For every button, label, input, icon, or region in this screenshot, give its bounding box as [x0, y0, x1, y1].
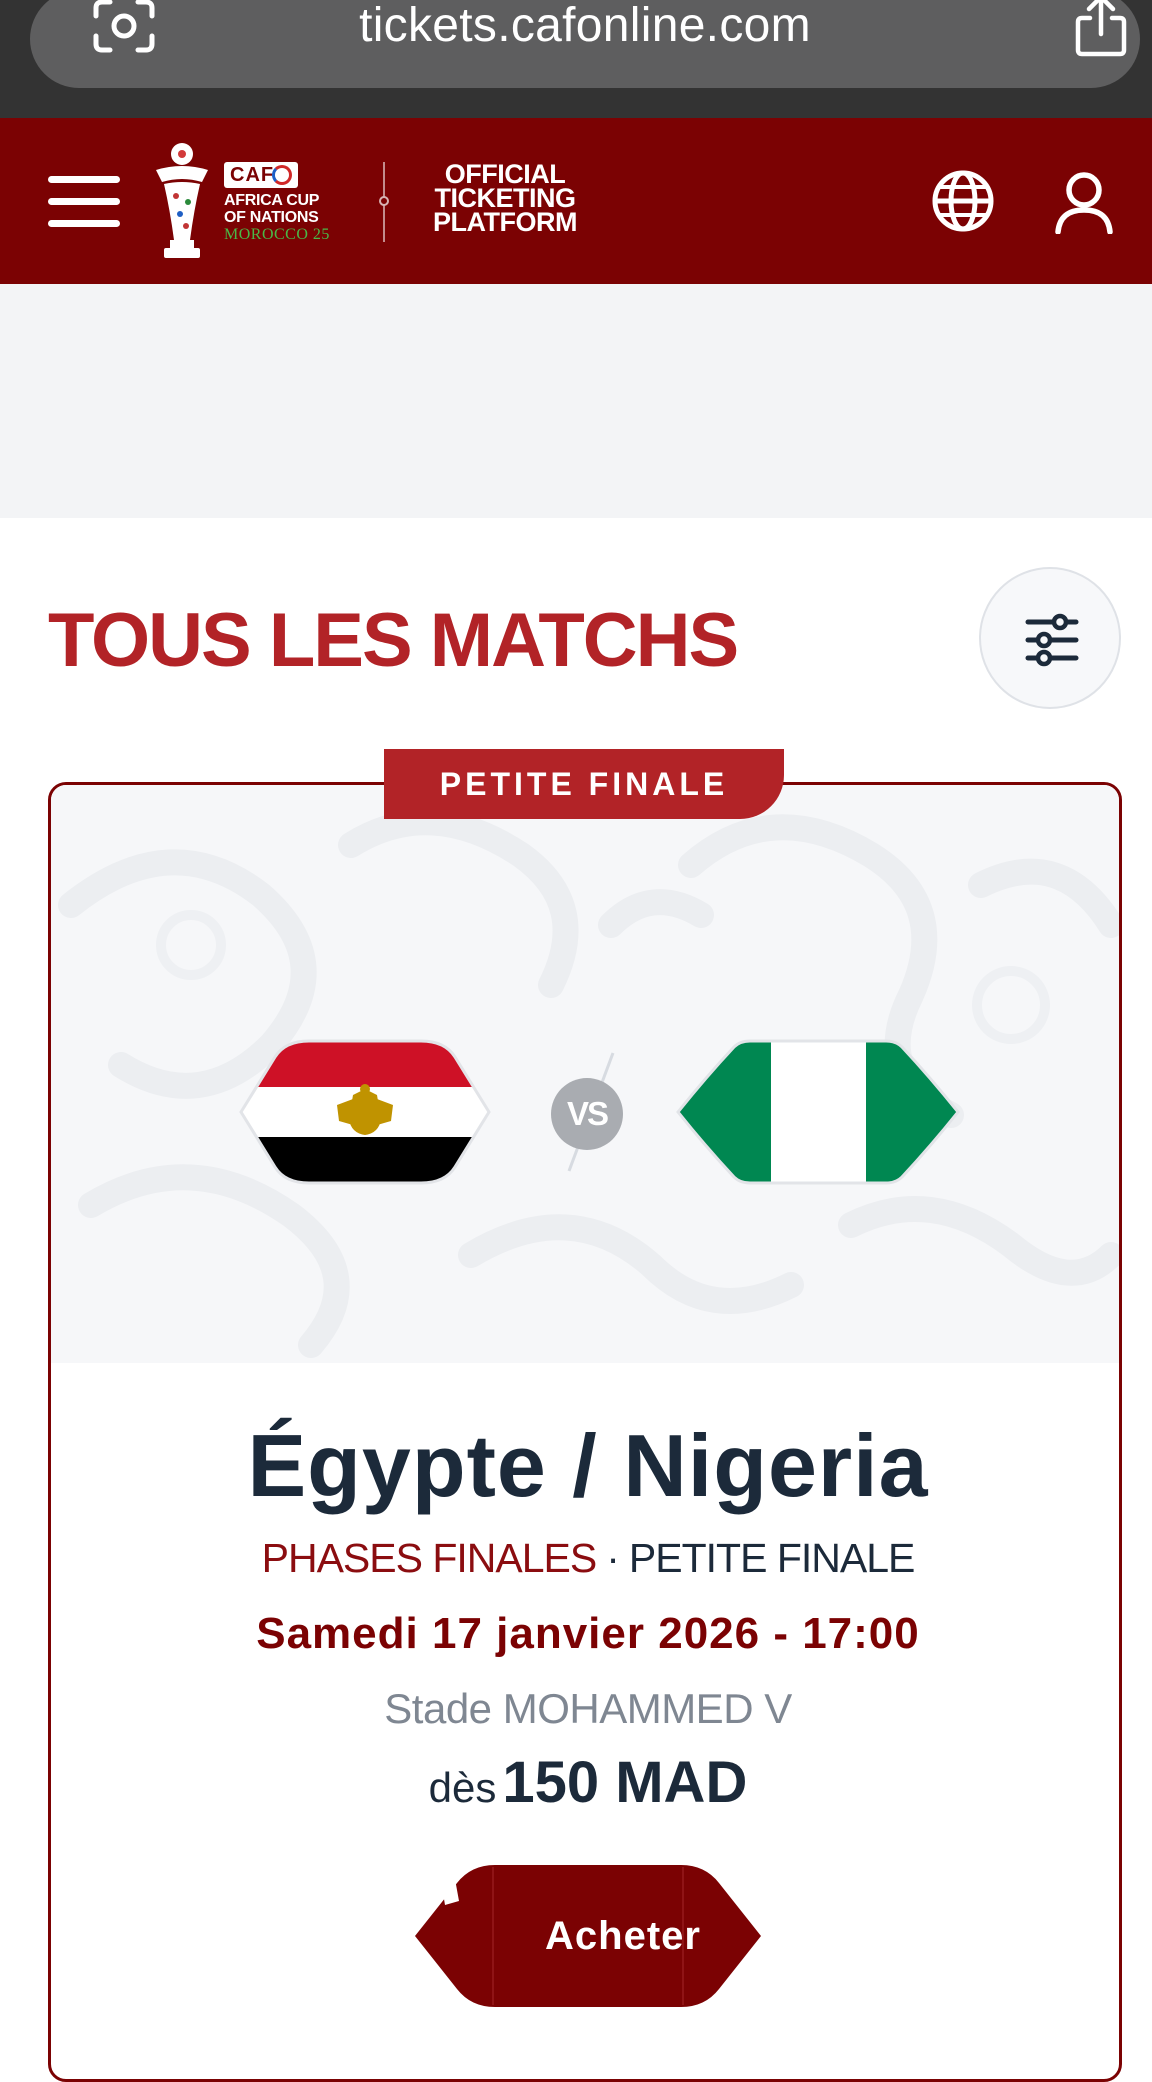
match-card-hero: VS	[51, 785, 1119, 1363]
match-price: dès 150 MAD	[51, 1750, 1119, 1831]
buy-button[interactable]: Acheter	[413, 1863, 763, 2009]
match-title[interactable]: Égypte / Nigeria	[51, 1416, 1119, 1516]
buy-button-label: Acheter	[545, 1914, 701, 1958]
brand-line-1: AFRICA CUP	[224, 192, 320, 209]
page-title: TOUS LES MATCHS	[48, 598, 739, 683]
vs-badge: VS	[551, 1078, 623, 1150]
brand-edition: MOROCCO 25	[224, 226, 330, 243]
match-stage: PETITE FINALE	[628, 1535, 915, 1581]
globe-icon[interactable]	[930, 168, 996, 234]
browser-toolbar: tickets.cafonline.com	[0, 0, 1152, 118]
url-text: tickets.cafonline.com	[359, 0, 811, 52]
ticket-icon	[417, 1865, 459, 1907]
filter-button[interactable]	[979, 567, 1121, 709]
price-prefix: dès	[428, 1764, 497, 1811]
share-icon[interactable]	[1068, 0, 1134, 58]
banner-placeholder	[0, 284, 1152, 518]
match-meta: PHASES FINALES · PETITE FINALE	[51, 1533, 1119, 1583]
price-amount: 150 MAD	[502, 1750, 748, 1815]
sliders-icon	[1025, 613, 1079, 667]
brand-line-2: OF NATIONS	[224, 209, 319, 226]
hamburger-icon[interactable]	[48, 176, 122, 228]
match-card[interactable]: VS Égypte / Nigeria PHASES FINALES · PETIT…	[48, 782, 1122, 2082]
match-phase: PHASES FINALES	[261, 1535, 598, 1581]
nigeria-flag	[676, 1037, 960, 1187]
meta-separator: ·	[606, 1535, 620, 1581]
address-bar[interactable]: tickets.cafonline.com	[30, 0, 1140, 88]
site-header: CAF AFRICA CUP OF NATIONS MOROCCO 25 OFF…	[0, 118, 1152, 284]
header-divider	[379, 162, 389, 242]
egypt-flag	[219, 1037, 511, 1187]
platform-label: OFFICIAL TICKETING PLATFORM	[420, 161, 590, 237]
platform-line-3: PLATFORM	[433, 207, 577, 237]
afcon-logo[interactable]: CAF AFRICA CUP OF NATIONS MOROCCO 25	[224, 162, 344, 252]
caf-badge: CAF	[224, 162, 298, 188]
trophy-logo-icon[interactable]	[150, 140, 214, 262]
match-datetime: Samedi 17 janvier 2026 - 17:00	[256, 1609, 920, 1658]
user-icon[interactable]	[1054, 170, 1114, 235]
stage-tab: PETITE FINALE	[384, 749, 784, 819]
match-venue: Stade MOHAMMED V	[384, 1685, 792, 1732]
